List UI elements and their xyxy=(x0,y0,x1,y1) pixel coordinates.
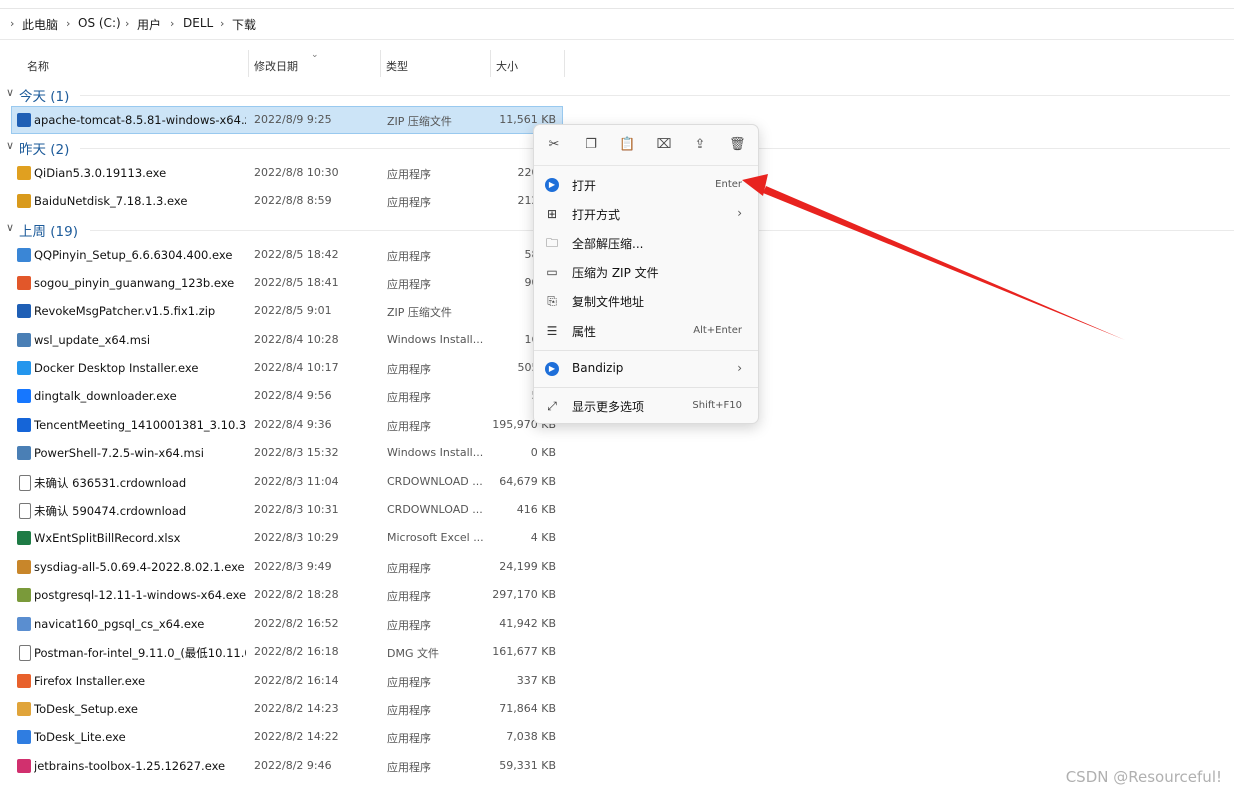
red-annotation-arrow xyxy=(742,174,1125,340)
watermark: CSDN @Resourceful! xyxy=(1065,768,1222,786)
